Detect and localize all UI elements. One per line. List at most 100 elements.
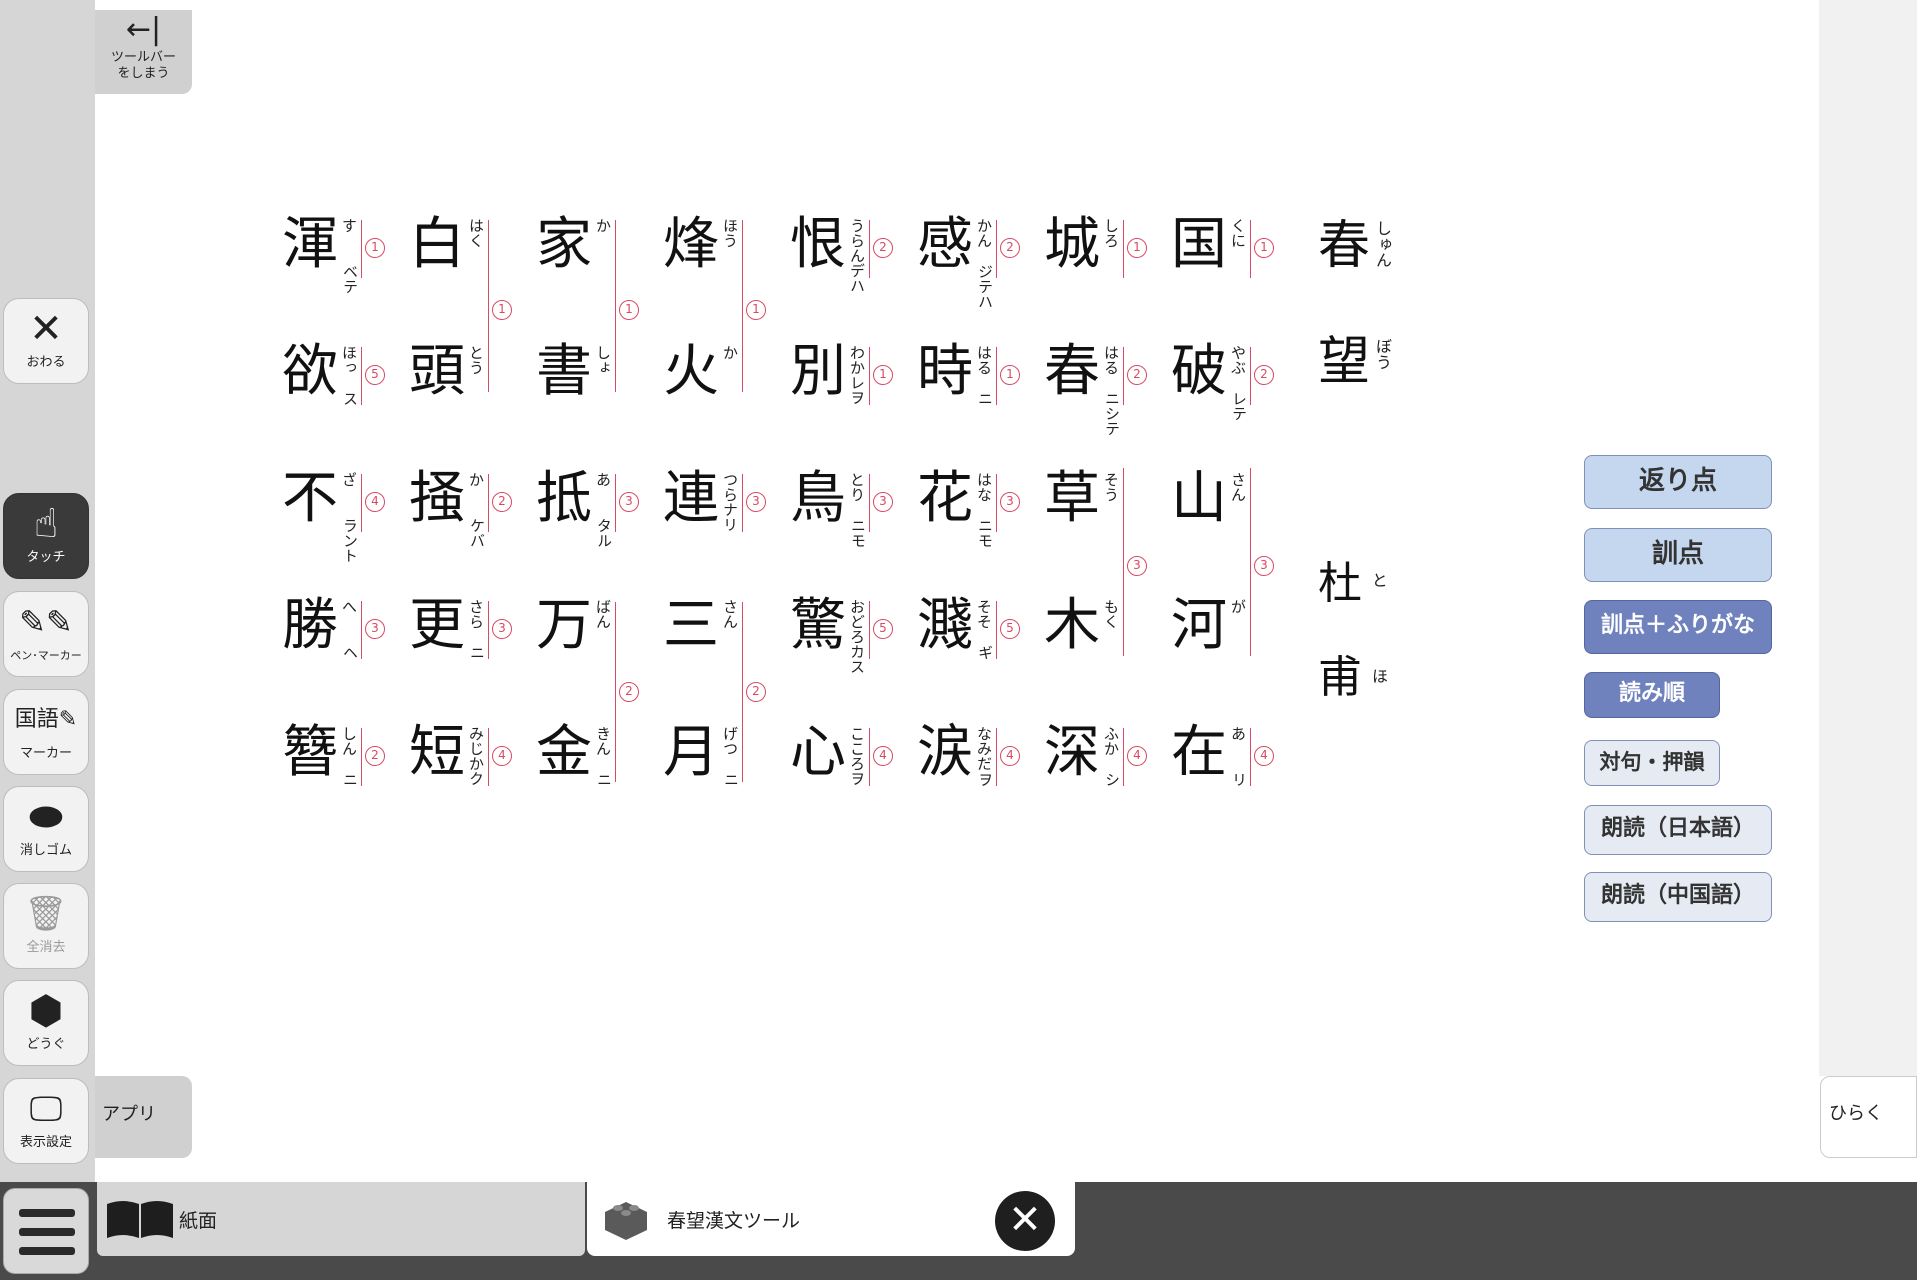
reading-order-number: 1	[365, 238, 385, 258]
furigana: へ	[340, 599, 358, 614]
close-tab-button[interactable]: ✕	[995, 1191, 1055, 1251]
eraser-icon: ⬬	[28, 794, 64, 840]
reading-order-number: 4	[1000, 746, 1020, 766]
read-aloud-japanese-button[interactable]: 朗読（日本語）	[1584, 805, 1772, 855]
tab-paper[interactable]: 紙面	[97, 1182, 585, 1256]
eraser-label: 消しゴム	[19, 843, 72, 858]
pen-marker-label: ペン･マーカー	[10, 649, 82, 662]
okurigana: ラント	[341, 518, 359, 563]
poem-cell: 更さらニ 3	[406, 595, 533, 722]
okurigana: ニモ	[976, 518, 994, 548]
kunten-furigana-button[interactable]: 訓点＋ふりがな	[1584, 600, 1772, 654]
kanji-char: 抵	[536, 466, 592, 531]
order-line	[488, 601, 489, 659]
kanji-char: 深	[1044, 720, 1100, 785]
poem-cell: 家か	[533, 214, 660, 341]
furigana: か	[467, 472, 485, 487]
touch-tool-label: タッチ	[26, 550, 66, 565]
read-aloud-chinese-button[interactable]: 朗読（中国語）	[1584, 872, 1772, 922]
menu-button[interactable]	[3, 1188, 89, 1274]
reading-order-number: 1	[1127, 238, 1147, 258]
open-panel-button[interactable]: ひらく	[1820, 1076, 1917, 1158]
okurigana: タル	[595, 518, 613, 548]
order-line-group	[615, 220, 616, 392]
close-icon: ✕	[29, 306, 63, 352]
kanji-char: 火	[663, 339, 719, 404]
close-app-button[interactable]: ✕ おわる	[3, 298, 89, 384]
display-settings-button[interactable]: 🖵 表示設定	[3, 1078, 89, 1164]
poem-cell: 心こころヲ 4	[787, 722, 914, 849]
kanji-char: 木	[1044, 593, 1100, 658]
kanji-char: 草	[1044, 466, 1100, 531]
kanji-char: 涙	[917, 720, 973, 785]
furigana: しろ	[1102, 218, 1120, 248]
okurigana: ニ	[722, 772, 740, 787]
eraser-button[interactable]: ⬬ 消しゴム	[3, 786, 89, 872]
order-line	[996, 601, 997, 659]
reading-order-number: 3	[619, 492, 639, 512]
kaeriten-button[interactable]: 返り点	[1584, 455, 1772, 509]
furigana: しん	[340, 726, 358, 756]
order-line	[361, 474, 362, 532]
clear-all-label: 全消去	[26, 940, 66, 955]
reading-order-number: 1	[619, 300, 639, 320]
order-line	[869, 728, 870, 786]
kanji-char: 鳥	[790, 466, 846, 531]
tools-button[interactable]: ⬢ どうぐ	[3, 980, 89, 1066]
poem-cell: 春はる ニシテ 2	[1041, 341, 1168, 468]
poem-cell: 国くに 1	[1168, 214, 1295, 341]
okurigana: ギ	[976, 645, 994, 660]
pen-marker-button[interactable]: ✎✎ ペン･マーカー	[3, 591, 89, 677]
poem-cell: 濺そそギ 5	[914, 595, 1041, 722]
tab-kanbun-tool[interactable]: 春望漢文ツール ✕	[587, 1182, 1075, 1256]
kanji-char: 渾	[282, 212, 338, 277]
reading-order-number: 5	[365, 365, 385, 385]
poem-cell: 金きんニ	[533, 722, 660, 849]
kanji-char: 家	[536, 212, 592, 277]
poem-title-furigana-1: しゅん	[1373, 220, 1392, 268]
display-settings-label: 表示設定	[19, 1135, 72, 1150]
clear-all-button[interactable]: 🗑 全消去	[3, 883, 89, 969]
poem-cell: 花はな ニモ 3	[914, 468, 1041, 595]
furigana: わかレヲ	[848, 345, 866, 405]
order-line	[1250, 347, 1251, 405]
reading-order-number: 3	[1000, 492, 1020, 512]
furigana: あ	[1229, 726, 1247, 741]
reading-order-button[interactable]: 読み順	[1584, 672, 1720, 718]
poem-cell: 木もく	[1041, 595, 1168, 722]
kunten-button[interactable]: 訓点	[1584, 528, 1772, 582]
order-line-group	[742, 602, 743, 782]
order-line	[361, 601, 362, 659]
order-line-group	[1250, 468, 1251, 656]
reading-order-number: 1	[746, 300, 766, 320]
order-line-group	[488, 220, 489, 392]
reading-order-number: 3	[365, 619, 385, 639]
kanji-char: 書	[536, 339, 592, 404]
kanji-char: 城	[1044, 212, 1100, 277]
tsuiku-button[interactable]: 対句・押韻	[1584, 740, 1720, 786]
order-line	[996, 474, 997, 532]
order-line-group	[1123, 468, 1124, 656]
okurigana: ケバ	[468, 518, 486, 548]
reading-order-number: 4	[492, 746, 512, 766]
touch-tool-button[interactable]: ☝ タッチ	[3, 493, 89, 579]
okurigana: リ	[1230, 772, 1248, 787]
kanji-char: 感	[917, 212, 973, 277]
tools-label: どうぐ	[26, 1037, 66, 1052]
kanji-char: 山	[1171, 466, 1227, 531]
poem-cell: 万ばん	[533, 595, 660, 722]
furigana: きん	[594, 726, 612, 756]
book-icon	[107, 1201, 173, 1238]
kanji-char: 掻	[409, 466, 465, 531]
monitor-icon: 🖵	[29, 1089, 63, 1129]
order-line-group	[742, 220, 743, 392]
reading-order-number: 2	[746, 682, 766, 702]
reading-order-number: 4	[1254, 746, 1274, 766]
hide-toolbar-button[interactable]: ←| ツールバー をしまう	[95, 10, 192, 94]
reading-order-number: 5	[1000, 619, 1020, 639]
hide-toolbar-label-1: ツールバー	[110, 50, 176, 65]
poem-cell: 頭とう	[406, 341, 533, 468]
okurigana: ニ	[341, 772, 359, 787]
kokugo-marker-button[interactable]: 国語✎ マーカー	[3, 689, 89, 775]
poem-cell: 連つらナリ 3	[660, 468, 787, 595]
